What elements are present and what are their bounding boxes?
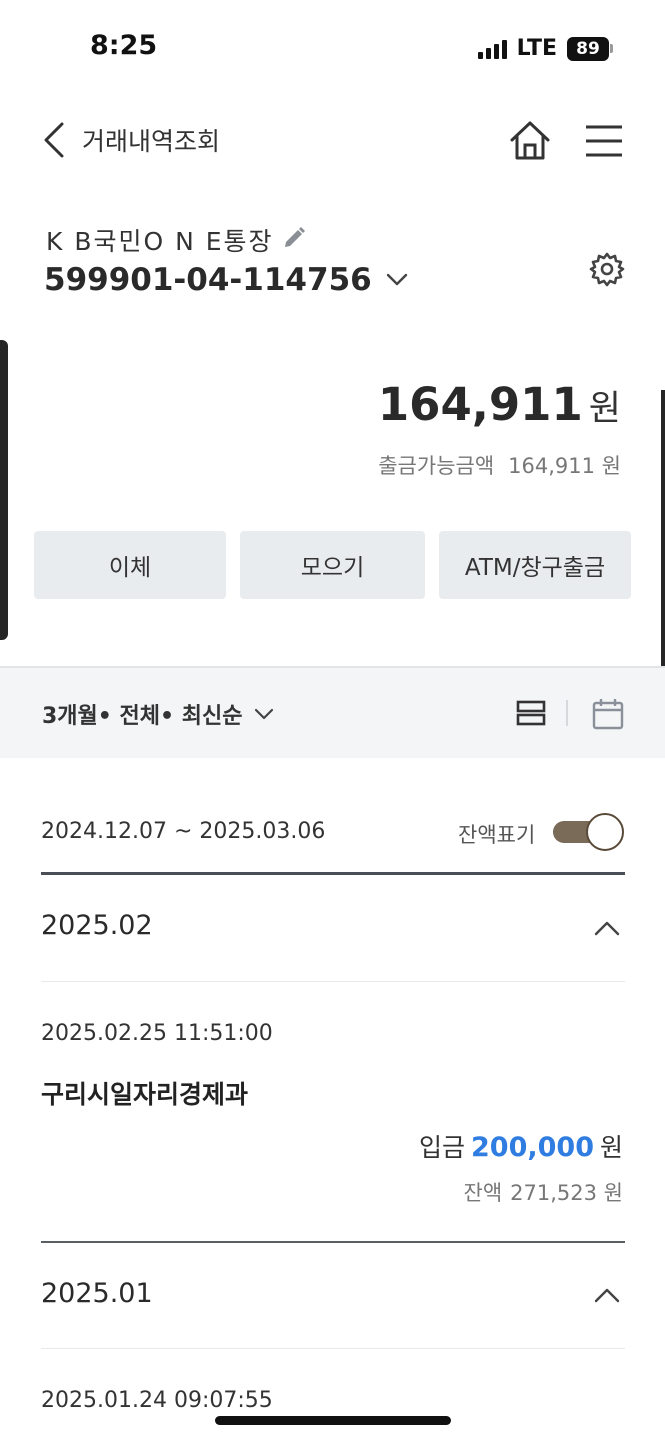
transaction-amount: 200,000 xyxy=(471,1132,594,1163)
account-selector[interactable]: 599901-04-114756 xyxy=(44,262,408,298)
hamburger-menu-icon xyxy=(586,125,622,157)
collapse-month-button[interactable] xyxy=(592,918,622,938)
balance: 164,911 원 xyxy=(378,378,621,431)
gear-icon xyxy=(589,252,625,287)
transaction-type: 입금 xyxy=(418,1133,465,1162)
status-indicators: LTE 89 xyxy=(477,36,613,61)
available-label: 출금가능금액 xyxy=(378,454,495,478)
chevron-up-icon xyxy=(594,921,620,936)
menu-button[interactable] xyxy=(584,122,624,160)
transaction-balance-label: 잔액 xyxy=(463,1181,503,1205)
page-title: 거래내역조회 xyxy=(82,127,221,156)
home-icon xyxy=(510,121,550,160)
available-amount-row: 출금가능금액 164,911 원 xyxy=(378,450,621,480)
screen-edge-right xyxy=(661,390,665,670)
month-divider xyxy=(41,981,625,982)
pencil-icon xyxy=(284,227,305,247)
balance-toggle-label: 잔액표기 xyxy=(458,823,536,847)
back-button[interactable] xyxy=(38,118,78,162)
transaction-datetime: 2025.01.24 09:07:55 xyxy=(41,1388,273,1413)
account-name: K B국민O N E통장 xyxy=(46,227,274,256)
collect-button[interactable]: 모으기 xyxy=(240,531,425,599)
collapse-month-button[interactable] xyxy=(592,1285,622,1305)
month-header-label: 2025.01 xyxy=(41,1278,153,1309)
month-section-divider xyxy=(41,1241,625,1243)
view-separator xyxy=(566,700,568,726)
chevron-down-icon xyxy=(386,273,407,286)
status-time: 8:25 xyxy=(90,30,158,61)
transaction-balance-row: 잔액 271,523 원 xyxy=(464,1177,623,1207)
calendar-icon xyxy=(592,699,624,730)
transaction-datetime: 2025.02.25 11:51:00 xyxy=(41,1021,273,1046)
filter-summary: 3개월• 전체• 최신순 xyxy=(42,704,243,729)
network-label: LTE xyxy=(516,36,557,61)
chevron-down-icon xyxy=(255,708,274,720)
month-header-label: 2025.02 xyxy=(41,910,153,941)
settings-button[interactable] xyxy=(588,250,626,288)
account-name-row: K B국민O N E통장 xyxy=(46,222,306,258)
transaction-amount-row: 입금 200,000 원 xyxy=(419,1128,623,1164)
balance-unit: 원 xyxy=(588,389,621,429)
toggle-knob xyxy=(586,813,624,851)
date-range: 2024.12.07 ~ 2025.03.06 xyxy=(41,819,326,844)
available-amount: 164,911 원 xyxy=(508,454,621,478)
chevron-left-icon xyxy=(44,122,64,158)
calendar-view-button[interactable] xyxy=(590,696,626,732)
list-header-divider xyxy=(41,872,625,875)
transfer-button[interactable]: 이체 xyxy=(34,531,226,599)
filter-selector[interactable]: 3개월• 전체• 최신순 xyxy=(42,698,274,730)
signal-icon xyxy=(477,39,507,59)
account-number: 599901-04-114756 xyxy=(44,262,372,298)
balance-amount: 164,911 xyxy=(377,378,583,431)
home-indicator xyxy=(215,1416,451,1425)
month-divider xyxy=(41,1348,625,1349)
edit-button[interactable] xyxy=(282,226,306,254)
atm-withdraw-button[interactable]: ATM/창구출금 xyxy=(439,531,631,599)
transaction-unit: 원 xyxy=(599,1133,623,1162)
battery-icon: 89 xyxy=(567,36,613,61)
chevron-up-icon xyxy=(594,1288,620,1303)
balance-toggle[interactable] xyxy=(553,812,625,852)
transaction-balance: 271,523 원 xyxy=(510,1181,623,1205)
transaction-name[interactable]: 구리시일자리경제과 xyxy=(41,1075,248,1111)
screen-edge-left xyxy=(0,340,8,640)
list-view-icon xyxy=(516,700,546,726)
list-view-button[interactable] xyxy=(514,696,548,730)
battery-level: 89 xyxy=(567,36,609,61)
home-button[interactable] xyxy=(506,118,554,164)
